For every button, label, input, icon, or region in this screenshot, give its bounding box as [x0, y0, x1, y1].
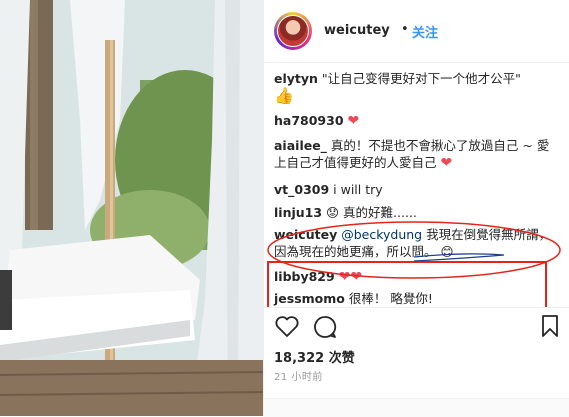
post-header: weicutey • 关注	[264, 0, 569, 63]
add-comment-bar[interactable]	[264, 398, 569, 417]
header-username[interactable]: weicutey	[324, 23, 390, 38]
heart-outline-icon[interactable]	[274, 315, 300, 339]
avatar[interactable]	[274, 12, 312, 50]
comment-bubble-icon[interactable]	[312, 314, 338, 340]
post-timestamp: 21 小时前	[274, 372, 323, 383]
likes-count[interactable]: 18,322 次赞	[274, 347, 355, 366]
post-detail-panel: weicutey • 关注 elytyn "让自己变得更好对下一个他才公平" 👍…	[263, 0, 569, 417]
annotation-ellipse	[267, 221, 561, 279]
action-bar	[264, 307, 569, 348]
post-photo	[0, 0, 263, 416]
bookmark-icon[interactable]	[540, 313, 560, 339]
follow-button[interactable]: 关注	[412, 22, 438, 41]
comment-list: elytyn "让自己变得更好对下一个他才公平" 👍 ha780930 ❤ ai…	[264, 62, 569, 307]
avatar-image	[277, 15, 309, 47]
separator-dot: •	[401, 22, 409, 37]
photo-scene	[0, 0, 263, 416]
